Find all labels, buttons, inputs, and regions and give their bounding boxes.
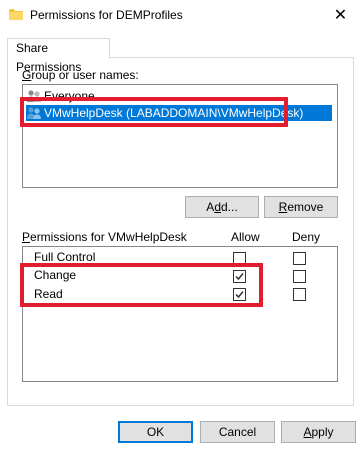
remove-button[interactable]: Remove bbox=[264, 196, 338, 218]
close-button[interactable]: ✕ bbox=[318, 0, 363, 30]
permissions-label-rest: ermissions for VMwHelpDesk bbox=[30, 230, 187, 244]
deny-header: Deny bbox=[292, 230, 321, 244]
apply-button-accel: A bbox=[303, 425, 312, 439]
apply-button-text: pply bbox=[311, 425, 334, 439]
close-icon: ✕ bbox=[333, 7, 348, 24]
tab-share-permissions[interactable]: Share Permissions bbox=[7, 38, 110, 74]
annotation-highlight-user bbox=[20, 97, 288, 127]
window-title: Permissions for DEMProfiles bbox=[30, 8, 183, 22]
permissions-label: Permissions for VMwHelpDesk bbox=[22, 230, 187, 244]
perm-full-control-label: Full Control bbox=[34, 250, 96, 264]
cancel-button-label: Cancel bbox=[218, 425, 257, 439]
add-button-text-b: d... bbox=[221, 200, 238, 214]
permissions-label-accel: P bbox=[22, 230, 31, 244]
remove-button-text: emove bbox=[287, 200, 324, 214]
apply-button[interactable]: Apply bbox=[281, 421, 356, 443]
add-button-text-a: A bbox=[206, 200, 215, 214]
tab-label: Share Permissions bbox=[16, 41, 82, 74]
cancel-button[interactable]: Cancel bbox=[200, 421, 275, 443]
add-button[interactable]: Ad d... bbox=[185, 196, 259, 218]
remove-button-accel: R bbox=[278, 200, 288, 214]
ok-button[interactable]: OK bbox=[118, 421, 193, 443]
annotation-highlight-permissions bbox=[20, 263, 263, 307]
folder-icon bbox=[9, 9, 23, 20]
add-button-accel: d bbox=[214, 200, 221, 214]
allow-header: Allow bbox=[231, 230, 260, 244]
read-deny-checkbox[interactable] bbox=[293, 288, 306, 301]
title-bar: Permissions for DEMProfiles ✕ bbox=[0, 0, 363, 30]
change-deny-checkbox[interactable] bbox=[293, 270, 306, 283]
ok-button-label: OK bbox=[146, 425, 165, 439]
full-control-deny-checkbox[interactable] bbox=[293, 252, 306, 265]
